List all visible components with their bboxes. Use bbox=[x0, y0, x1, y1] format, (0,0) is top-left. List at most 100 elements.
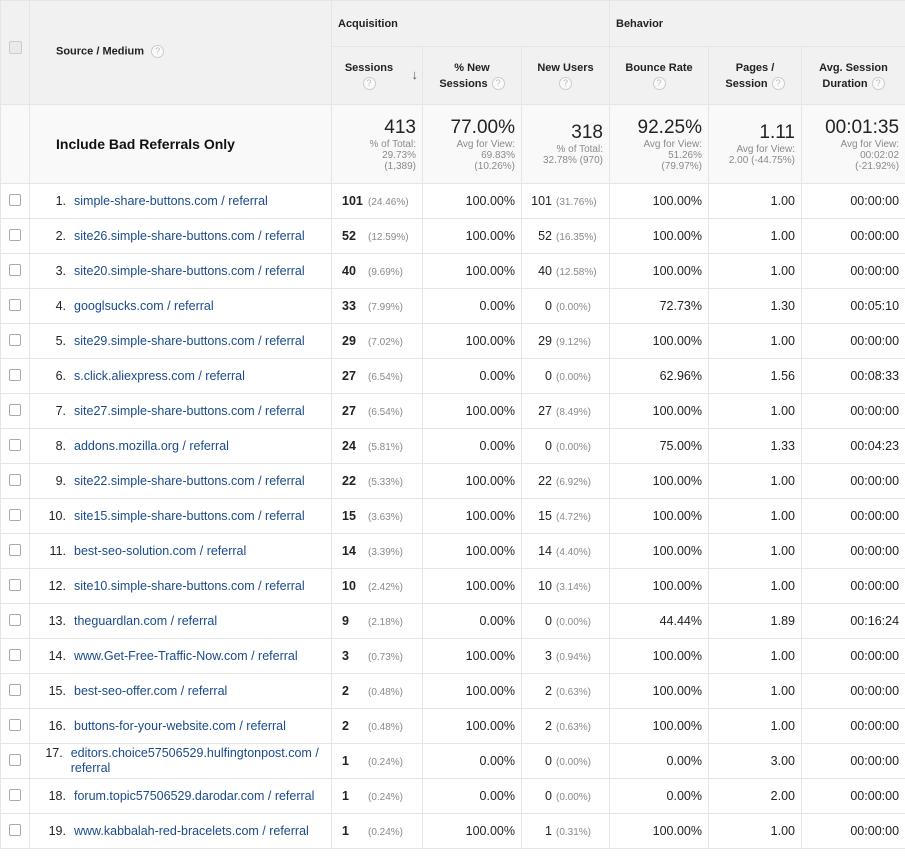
source-medium-link[interactable]: site15.simple-share-buttons.com / referr… bbox=[74, 509, 305, 524]
source-medium-link[interactable]: site20.simple-share-buttons.com / referr… bbox=[74, 264, 305, 279]
row-checkbox[interactable] bbox=[9, 543, 21, 556]
totals-row: Include Bad Referrals Only 413 % of Tota… bbox=[0, 104, 905, 184]
sessions-percent: (5.33%) bbox=[368, 477, 404, 488]
select-all-checkbox[interactable] bbox=[8, 41, 22, 54]
source-cell: 2. site26.simple-share-buttons.com / refe… bbox=[29, 218, 332, 254]
total-pages-note: Avg for View: bbox=[736, 144, 795, 155]
avg-duration-cell: 00:00:00 bbox=[800, 393, 905, 429]
total-new-users: 318 % of Total: 32.78% (970) bbox=[521, 104, 610, 184]
help-icon[interactable]: ? bbox=[151, 45, 165, 58]
sessions-column-header[interactable]: Sessions ? ↓ bbox=[331, 46, 423, 105]
row-index: 14. bbox=[48, 648, 66, 663]
pages-session-column-header[interactable]: Pages / Session? bbox=[708, 46, 802, 105]
total-new-sessions-note: 69.83% bbox=[481, 149, 515, 161]
new-sessions-cell: 100.00% bbox=[422, 393, 522, 429]
new-users-cell: 27 (8.49%) bbox=[521, 393, 610, 429]
table-row: 6. s.click.aliexpress.com / referral 27 (6.… bbox=[0, 358, 905, 394]
source-medium-link[interactable]: site26.simple-share-buttons.com / referr… bbox=[74, 229, 305, 244]
source-cell: 13. theguardlan.com / referral bbox=[29, 603, 332, 639]
total-bounce-rate-note: Avg for View: bbox=[643, 138, 702, 150]
source-medium-link[interactable]: addons.mozilla.org / referral bbox=[74, 439, 229, 454]
row-checkbox[interactable] bbox=[9, 753, 21, 766]
sessions-cell: 3 (0.73%) bbox=[331, 638, 423, 674]
sessions-percent: (7.99%) bbox=[368, 302, 404, 313]
row-checkbox[interactable] bbox=[9, 718, 21, 731]
new-sessions-cell: 0.00% bbox=[422, 743, 522, 779]
row-checkbox[interactable] bbox=[9, 473, 21, 486]
new-users-value: 0 bbox=[545, 754, 552, 768]
new-users-column-header[interactable]: New Users ? bbox=[521, 46, 610, 105]
row-index: 15. bbox=[48, 683, 66, 698]
source-medium-link[interactable]: editors.choice57506529.hulfingtonpost.co… bbox=[71, 746, 325, 776]
row-checkbox[interactable] bbox=[9, 683, 21, 696]
source-medium-link[interactable]: buttons-for-your-website.com / referral bbox=[74, 719, 286, 734]
new-users-percent: (8.49%) bbox=[556, 407, 592, 418]
row-checkbox[interactable] bbox=[9, 613, 21, 626]
sessions-percent: (0.73%) bbox=[368, 652, 404, 663]
new-sessions-cell: 100.00% bbox=[422, 183, 522, 219]
source-medium-link[interactable]: s.click.aliexpress.com / referral bbox=[74, 369, 245, 384]
source-medium-link[interactable]: best-seo-offer.com / referral bbox=[74, 684, 227, 699]
sessions-cell: 14 (3.39%) bbox=[331, 533, 423, 569]
source-medium-link[interactable]: site10.simple-share-buttons.com / referr… bbox=[74, 579, 305, 594]
table-body: 1. simple-share-buttons.com / referral 101… bbox=[0, 183, 905, 849]
pages-session-cell: 1.89 bbox=[708, 603, 802, 639]
new-sessions-column-header[interactable]: % New Sessions? bbox=[422, 46, 522, 105]
row-checkbox[interactable] bbox=[9, 403, 21, 416]
help-icon[interactable]: ? bbox=[771, 77, 785, 91]
total-bounce-rate-value: 92.25% bbox=[637, 116, 702, 138]
avg-duration-column-header[interactable]: Avg. Session Duration? bbox=[800, 46, 905, 105]
source-medium-link[interactable]: site27.simple-share-buttons.com / referr… bbox=[74, 404, 305, 419]
sessions-value: 24 bbox=[342, 439, 356, 453]
source-medium-link[interactable]: www.Get-Free-Traffic-Now.com / referral bbox=[74, 649, 298, 664]
sessions-cell: 24 (5.81%) bbox=[331, 428, 423, 464]
segment-label: Include Bad Referrals Only bbox=[29, 104, 332, 184]
help-icon[interactable]: ? bbox=[362, 77, 376, 91]
help-icon[interactable]: ? bbox=[871, 77, 885, 91]
source-medium-link[interactable]: www.kabbalah-red-bracelets.com / referra… bbox=[74, 824, 309, 839]
source-medium-link[interactable]: best-seo-solution.com / referral bbox=[74, 544, 246, 559]
row-checkbox[interactable] bbox=[9, 368, 21, 381]
source-medium-link[interactable]: theguardlan.com / referral bbox=[74, 614, 217, 629]
row-checkbox[interactable] bbox=[9, 333, 21, 346]
row-checkbox[interactable] bbox=[9, 298, 21, 311]
row-checkbox[interactable] bbox=[9, 788, 21, 801]
pages-session-cell: 1.00 bbox=[708, 218, 802, 254]
pages-session-cell: 1.00 bbox=[708, 533, 802, 569]
new-users-value: 22 bbox=[538, 474, 552, 488]
source-cell: 4. googlsucks.com / referral bbox=[29, 288, 332, 324]
source-medium-link[interactable]: simple-share-buttons.com / referral bbox=[74, 194, 268, 209]
new-sessions-cell: 100.00% bbox=[422, 673, 522, 709]
bounce-rate-column-header[interactable]: Bounce Rate ? bbox=[609, 46, 709, 105]
new-sessions-cell: 0.00% bbox=[422, 288, 522, 324]
new-sessions-cell: 100.00% bbox=[422, 463, 522, 499]
row-checkbox[interactable] bbox=[9, 263, 21, 276]
table-row: 15. best-seo-offer.com / referral 2 (0.48%)… bbox=[0, 673, 905, 709]
help-icon[interactable]: ? bbox=[559, 77, 572, 91]
referral-report-table: Source / Medium ? Acquisition Behavior S… bbox=[0, 0, 905, 849]
help-icon[interactable]: ? bbox=[491, 77, 505, 91]
sessions-value: 27 bbox=[342, 404, 356, 418]
row-checkbox[interactable] bbox=[9, 578, 21, 591]
source-medium-link[interactable]: googlsucks.com / referral bbox=[74, 299, 214, 314]
row-checkbox-cell bbox=[0, 323, 30, 359]
row-checkbox[interactable] bbox=[9, 438, 21, 451]
row-checkbox[interactable] bbox=[9, 508, 21, 521]
table-row: 5. site29.simple-share-buttons.com / refe… bbox=[0, 323, 905, 359]
sessions-header-label: Sessions bbox=[344, 61, 394, 74]
total-bounce-rate-note: 51.26% bbox=[668, 149, 702, 161]
source-medium-link[interactable]: site29.simple-share-buttons.com / referr… bbox=[74, 334, 305, 349]
row-checkbox[interactable] bbox=[9, 193, 21, 206]
row-checkbox[interactable] bbox=[9, 648, 21, 661]
bounce-rate-cell: 100.00% bbox=[609, 218, 709, 254]
row-checkbox[interactable] bbox=[9, 228, 21, 241]
source-medium-link[interactable]: forum.topic57506529.darodar.com / referr… bbox=[74, 789, 314, 804]
pages-session-cell: 1.00 bbox=[708, 253, 802, 289]
row-checkbox[interactable] bbox=[9, 823, 21, 836]
new-sessions-cell: 100.00% bbox=[422, 323, 522, 359]
source-medium-link[interactable]: site22.simple-share-buttons.com / referr… bbox=[74, 474, 305, 489]
sort-descending-icon[interactable]: ↓ bbox=[412, 67, 419, 83]
avg-duration-cell: 00:00:00 bbox=[800, 568, 905, 604]
source-medium-header[interactable]: Source / Medium ? bbox=[29, 0, 332, 105]
help-icon[interactable]: ? bbox=[652, 77, 666, 91]
